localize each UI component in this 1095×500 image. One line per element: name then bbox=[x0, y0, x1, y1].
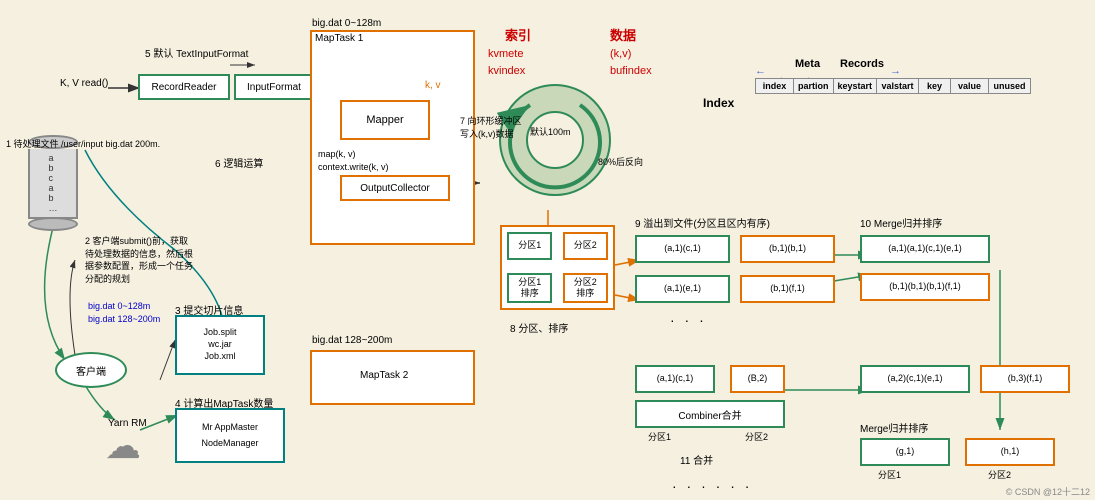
partition2-sort-box: 分区2排序 bbox=[563, 273, 608, 303]
partition1-box: 分区1 bbox=[507, 232, 552, 260]
kvindex-label: kvindex bbox=[488, 65, 525, 77]
bufindex-label: bufindex bbox=[610, 65, 652, 77]
data-label: 数据 bbox=[610, 25, 636, 44]
default-textinputformat-label: 5 默认 TextInputFormat bbox=[145, 48, 248, 61]
combiner-part1-label: 分区1 bbox=[648, 430, 671, 443]
combiner-part2-label: 分区2 bbox=[745, 430, 768, 443]
recordreader-box: RecordReader bbox=[138, 74, 230, 100]
meta-records-table: index partion keystart valstart key valu… bbox=[755, 78, 1031, 94]
merge-result2-box: (b,1)(b,1)(b,1)(f,1) bbox=[860, 273, 990, 301]
combiner-out1-box: (a,2)(c,1)(e,1) bbox=[860, 365, 970, 393]
combiner-box: Combiner合并 bbox=[635, 400, 785, 428]
meta-label: Meta bbox=[795, 58, 820, 70]
kv-arrow-label: k, v bbox=[425, 80, 441, 91]
footer-text: © CSDN @12十二12 bbox=[1006, 485, 1090, 498]
records-label: Records bbox=[840, 58, 884, 70]
combiner-out2-box: (b,3)(f,1) bbox=[980, 365, 1070, 393]
step9-label: 9 溢出到文件(分区且区内有序) bbox=[635, 215, 770, 230]
file-info-label: 1 待处理文件 /user/input big.dat 200m. bbox=[6, 138, 160, 151]
outputcollector-box: OutputCollector bbox=[340, 175, 450, 201]
spill2-box2: (b,1)(f,1) bbox=[740, 275, 835, 303]
kv-read-label: K, V read() bbox=[60, 78, 108, 89]
write-ring-label: 7 向环形缓冲区写入(k,v)数据 bbox=[460, 115, 522, 140]
final-result1-box: (g,1) bbox=[860, 438, 950, 466]
default-100m-label: 默认100m bbox=[530, 125, 571, 138]
merge-result1-box: (a,1)(a,1)(c,1)(e,1) bbox=[860, 235, 990, 263]
job-files-box: Job.split wc.jar Job.xml bbox=[175, 315, 265, 375]
maptask1-label: MapTask 1 bbox=[315, 33, 363, 44]
cloud-icon: ☁ bbox=[105, 428, 141, 464]
bigdat-links-label: big.dat 0~128mbig.dat 128~200m bbox=[88, 300, 160, 325]
spill2-box1: (a,1)(e,1) bbox=[635, 275, 730, 303]
partition-section: 分区1 分区2 分区1排序 分区2排序 bbox=[500, 225, 615, 310]
combiner-label: Combiner合并 bbox=[678, 407, 741, 422]
spill1-box2: (b,1)(b,1) bbox=[740, 235, 835, 263]
combiner-in2-box: (B,2) bbox=[730, 365, 785, 393]
logic-compute-label: 6 逻辑运算 bbox=[215, 155, 263, 170]
step10-label: 10 Merge归并排序 bbox=[860, 215, 942, 230]
submit-info-label: 2 客户端submit()前，获取待处理数据的信息，然后根据参数配置，形成一个任… bbox=[85, 235, 193, 285]
client-oval: 客户端 bbox=[55, 352, 127, 388]
step8-label: 8 分区、排序 bbox=[510, 320, 568, 335]
mapkv-label: map(k, v)context.write(k, v) bbox=[318, 148, 389, 173]
bigdat1-label: big.dat 0~128m bbox=[312, 18, 381, 29]
dots1-label: · · · bbox=[670, 312, 707, 328]
final-part1-label: 分区1 bbox=[878, 468, 901, 481]
dots3-label: · · · · · · bbox=[672, 478, 752, 494]
kv-data-label: (k,v) bbox=[610, 48, 631, 60]
index-diag-label: Index bbox=[703, 96, 734, 110]
meta-arrow-label: ← bbox=[755, 65, 766, 77]
maptask2-label: MapTask 2 bbox=[360, 370, 408, 381]
appmaster-box: Mr AppMaster NodeManager bbox=[175, 408, 285, 463]
spill1-box1: (a,1)(c,1) bbox=[635, 235, 730, 263]
reverse-80-label: 80%后反向 bbox=[598, 155, 643, 168]
final-result2-box: (h,1) bbox=[965, 438, 1055, 466]
final-part2-label: 分区2 bbox=[988, 468, 1011, 481]
records-arrow-label: → bbox=[890, 65, 901, 77]
inputformat-box: InputFormat bbox=[234, 74, 314, 100]
kvmete-label: kvmete bbox=[488, 48, 523, 60]
step11-label: 11 合并 bbox=[680, 452, 713, 467]
bigdat2-label: big.dat 128~200m bbox=[312, 335, 392, 346]
combiner-in1-box: (a,1)(c,1) bbox=[635, 365, 715, 393]
index-label: 索引 bbox=[505, 25, 531, 44]
partition2-box: 分区2 bbox=[563, 232, 608, 260]
mapper-box: Mapper bbox=[340, 100, 430, 140]
partition1-sort-box: 分区1排序 bbox=[507, 273, 552, 303]
merge-sort-label: Merge归并排序 bbox=[860, 420, 928, 435]
